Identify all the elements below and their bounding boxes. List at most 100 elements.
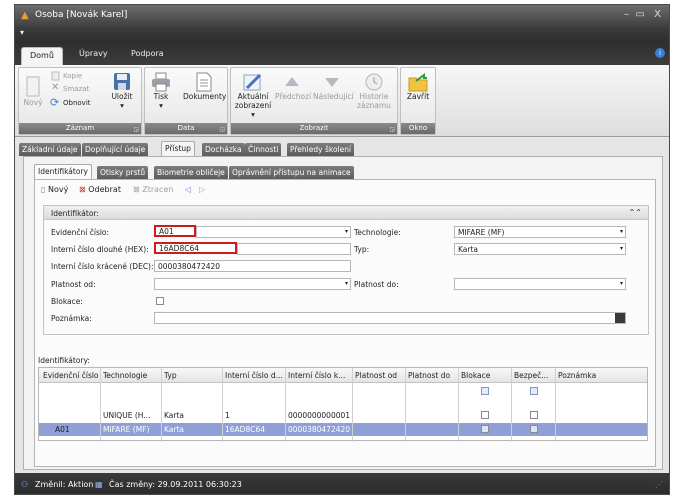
cell-typ: Karta xyxy=(164,411,185,420)
tab-pristup[interactable]: Přístup xyxy=(161,141,195,157)
evidencni-cislo-dropdown[interactable]: ▾ xyxy=(196,226,351,238)
tab-doplnujici-udaje[interactable]: Doplňující údaje xyxy=(82,143,149,156)
group-launcher-icon[interactable]: ◲ xyxy=(219,126,225,133)
identifikator-form: Identifikátor: ⌃⌃ Evidenční číslo: A01 ▾… xyxy=(43,205,649,335)
cell-dec: 0000000000001 xyxy=(288,411,351,420)
documents-button[interactable]: Dokumenty xyxy=(183,72,226,101)
history-button[interactable]: Historie záznamu xyxy=(355,72,393,110)
minimize-button[interactable]: – xyxy=(624,9,629,20)
platnost-do-field[interactable]: ▾ xyxy=(454,278,626,290)
next-button[interactable]: Následující xyxy=(313,72,354,101)
grid-toolbar: ▯ Nový ⊠ Odebrat ⊠ Ztracen ◁ ▷ xyxy=(41,184,651,198)
col-evidencni-cislo[interactable]: Evidenční číslo xyxy=(43,371,99,380)
ribbon-group-zaznam-label: Záznam xyxy=(19,123,141,134)
tab-zakladni-udaje[interactable]: Základní údaje xyxy=(19,143,81,156)
poznamka-label: Poznámka: xyxy=(51,314,92,323)
quick-access-dropdown-icon[interactable]: ▾ xyxy=(20,28,24,37)
evidencni-cislo-field[interactable]: A01 xyxy=(154,225,196,237)
tab-otisky-prstu[interactable]: Otisky prstů xyxy=(97,166,149,179)
chevron-down-icon: ▾ xyxy=(619,245,623,252)
tab-prehledy-skoleni[interactable]: Přehledy školení xyxy=(287,143,355,156)
ribbon-tab-bar: Domů Úpravy Podpora i xyxy=(15,43,669,66)
delete-icon: ✕ xyxy=(51,82,60,93)
filter-blokace-checkbox[interactable] xyxy=(481,387,489,395)
user-icon: ⚇ xyxy=(21,480,29,489)
help-icon[interactable]: i xyxy=(655,48,665,58)
ribbon-tab-domu[interactable]: Domů xyxy=(21,47,63,66)
col-interni-cislo-dlouhe[interactable]: Interní číslo d... xyxy=(225,371,284,380)
delete-button[interactable]: Smazat xyxy=(63,85,89,93)
ribbon-tab-podpora[interactable]: Podpora xyxy=(131,49,164,58)
lost-button[interactable]: ⊠ Ztracen xyxy=(133,185,173,194)
col-blokace[interactable]: Blokace xyxy=(461,371,510,380)
copy-button[interactable]: Kopie xyxy=(63,72,82,80)
chevron-down-icon: ▾ xyxy=(619,228,623,235)
technologie-select[interactable]: MIFARE (MF) ▾ xyxy=(454,226,626,238)
ribbon-group-zobrazit: Aktuální zobrazení ▾ Předchozí Následují… xyxy=(230,67,398,135)
column-divider xyxy=(458,368,459,442)
identifikator-header: Identifikátor: ⌃⌃ xyxy=(44,206,648,220)
filter-bezpecnost-checkbox[interactable] xyxy=(530,387,538,395)
col-poznamka[interactable]: Poznámka xyxy=(558,371,618,380)
row-blokace-checkbox[interactable] xyxy=(481,425,489,433)
tab-dochazka[interactable]: Docházka xyxy=(202,143,245,156)
row-bezpecnost-checkbox[interactable] xyxy=(530,411,538,419)
changed-by-text: Změnil: Aktion xyxy=(35,480,94,489)
calendar-icon: ▦ xyxy=(95,480,103,489)
print-button[interactable]: Tisk ▾ xyxy=(148,72,174,110)
close-window-button[interactable]: Zavřít xyxy=(403,72,433,101)
tab-cinnosti[interactable]: Činnosti xyxy=(245,143,282,156)
current-view-button[interactable]: Aktuální zobrazení ▾ xyxy=(233,72,273,119)
row-blokace-checkbox[interactable] xyxy=(481,411,489,419)
column-divider xyxy=(100,368,101,442)
tab-biometrie-obliceje[interactable]: Biometrie obličeje xyxy=(154,166,228,179)
chevron-down-icon: ▾ xyxy=(619,280,623,287)
close-window-label: Zavřít xyxy=(406,92,430,101)
back-arrow-icon[interactable]: ◁ xyxy=(185,185,191,194)
row-bezpecnost-checkbox[interactable] xyxy=(530,425,538,433)
new-button[interactable]: Nový xyxy=(21,76,45,107)
pristup-panel: Identifikátory Otisky prstů Biometrie ob… xyxy=(23,156,663,470)
col-typ[interactable]: Typ xyxy=(164,371,220,380)
refresh-icon: ⟳ xyxy=(50,96,60,109)
remove-button[interactable]: ⊠ Odebrat xyxy=(79,185,121,194)
column-divider xyxy=(285,368,286,442)
tab-identifikatory[interactable]: Identifikátory xyxy=(34,164,92,180)
col-interni-cislo-kracene[interactable]: Interní číslo k... xyxy=(288,371,350,380)
col-bezpecnost[interactable]: Bezpeč... xyxy=(514,371,554,380)
col-technologie[interactable]: Technologie xyxy=(103,371,159,380)
cell-technologie: UNIQUE (H... xyxy=(103,411,151,420)
poznamka-button[interactable] xyxy=(615,313,625,323)
previous-button[interactable]: Předchozí xyxy=(275,72,311,101)
tab-opravneni-pristupu[interactable]: Oprávnění přístupu na animace xyxy=(229,166,354,179)
typ-select[interactable]: Karta ▾ xyxy=(454,243,626,255)
platnost-od-field[interactable]: ▾ xyxy=(154,278,351,290)
hex-field[interactable]: 16AD8C64 xyxy=(154,242,237,254)
close-button[interactable]: X xyxy=(654,9,661,20)
group-launcher-icon[interactable]: ◲ xyxy=(133,126,139,133)
group-launcher-icon[interactable]: ◲ xyxy=(389,126,395,133)
content-area: Základní údaje Doplňující údaje Přístup … xyxy=(15,137,669,473)
technologie-value: MIFARE (MF) xyxy=(458,228,505,237)
quick-access-toolbar: ▾ xyxy=(15,27,669,43)
forward-arrow-icon[interactable]: ▷ xyxy=(199,185,205,194)
technologie-label: Technologie: xyxy=(354,228,401,237)
platnost-do-label: Platnost do: xyxy=(354,280,399,289)
resize-grip-icon[interactable]: ⋰ xyxy=(655,480,663,489)
blokace-checkbox[interactable] xyxy=(156,297,164,305)
col-platnost-do[interactable]: Platnost do xyxy=(408,371,457,380)
hex-field-extension[interactable] xyxy=(237,243,351,255)
pen-icon xyxy=(243,73,262,91)
evidencni-cislo-label: Evidenční číslo: xyxy=(51,228,110,237)
refresh-button[interactable]: Obnovit xyxy=(63,99,91,107)
dec-field[interactable]: 0000380472420 xyxy=(154,260,351,272)
col-platnost-od[interactable]: Platnost od xyxy=(355,371,404,380)
collapse-icon[interactable]: ⌃⌃ xyxy=(629,208,642,217)
poznamka-field[interactable] xyxy=(154,312,626,324)
restore-button[interactable]: ▭ xyxy=(636,9,645,20)
add-button[interactable]: ▯ Nový xyxy=(41,185,68,194)
printer-icon xyxy=(152,72,170,92)
ribbon-tab-upravy[interactable]: Úpravy xyxy=(79,49,108,58)
save-button[interactable]: Uložit ▾ xyxy=(107,72,137,110)
lost-icon: ⊠ xyxy=(133,185,140,194)
